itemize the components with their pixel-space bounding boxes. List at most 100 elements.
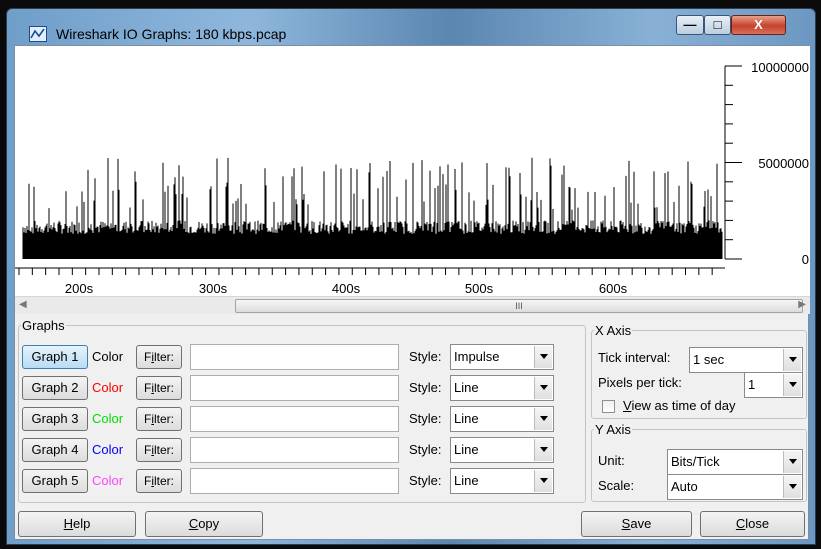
y-tick-label-max: 10000000 <box>751 60 809 75</box>
minimize-icon: — <box>683 17 697 32</box>
graph-3-filter-button[interactable]: Filter: <box>136 407 182 431</box>
chevron-down-icon[interactable] <box>783 451 801 473</box>
y-tick-label-mid: 5000000 <box>758 156 809 171</box>
unit-value: Bits/Tick <box>671 454 720 469</box>
chevron-down-icon[interactable] <box>783 349 801 371</box>
scroll-left-arrow-icon[interactable]: ◀ <box>19 299 31 313</box>
graph-2-style-label: Style: <box>409 380 442 395</box>
graph-2-filter-input[interactable] <box>190 375 399 401</box>
chevron-down-icon[interactable] <box>534 439 552 461</box>
graph-1-impulse-series <box>22 157 723 259</box>
x-tick-label-300s: 300s <box>199 281 228 296</box>
graph-3-style-select[interactable]: Line <box>450 406 554 432</box>
graph-1-filter-button[interactable]: Filter: <box>136 345 182 369</box>
scale-select[interactable]: Auto <box>667 474 803 500</box>
graphs-group-legend: Graphs <box>22 318 65 333</box>
window-title: Wireshark IO Graphs: 180 kbps.pcap <box>56 26 287 42</box>
maximize-button[interactable]: □ <box>704 15 731 35</box>
graph-1-filter-input[interactable] <box>190 344 399 370</box>
tick-interval-label: Tick interval: <box>598 350 671 365</box>
graph-4-button[interactable]: Graph 4 <box>22 438 88 462</box>
graph-4-color-label[interactable]: Color <box>92 438 123 462</box>
y-tick-label-zero: 0 <box>802 252 809 267</box>
graph-4-filter-input[interactable] <box>190 437 399 463</box>
graph-4-style-select[interactable]: Line <box>450 437 554 463</box>
graph-3-color-label[interactable]: Color <box>92 407 123 431</box>
help-button[interactable]: Help <box>18 511 136 537</box>
close-button-label: Close <box>735 516 770 531</box>
scale-label: Scale: <box>598 478 635 493</box>
copy-button-label: Copy <box>188 516 220 531</box>
graph-1-style-value: Impulse <box>454 349 500 364</box>
chevron-down-icon[interactable] <box>534 408 552 430</box>
time-of-day-checkbox[interactable] <box>602 400 615 413</box>
graph-5-filter-button[interactable]: Filter: <box>136 469 182 493</box>
graph-5-color-label[interactable]: Color <box>92 469 123 493</box>
graph-1-button[interactable]: Graph 1 <box>22 345 88 369</box>
minimize-button[interactable]: — <box>676 15 704 35</box>
chevron-down-icon[interactable] <box>783 374 801 396</box>
x-axis-ticks <box>18 268 713 275</box>
graph-1-color-label[interactable]: Color <box>92 345 123 369</box>
graph-1-style-select[interactable]: Impulse <box>450 344 554 370</box>
copy-button[interactable]: Copy <box>145 511 263 537</box>
save-button-label: Save <box>621 516 652 531</box>
graph-4-style-value: Line <box>454 442 479 457</box>
pixels-per-tick-value: 1 <box>748 377 756 392</box>
graph-5-button[interactable]: Graph 5 <box>22 469 88 493</box>
graph-4-filter-button[interactable]: Filter: <box>136 438 182 462</box>
unit-select[interactable]: Bits/Tick <box>667 449 803 475</box>
y-axis-legend: Y Axis <box>595 422 631 437</box>
graph-5-style-select[interactable]: Line <box>450 468 554 494</box>
scrollbar-thumb[interactable]: III <box>235 299 803 313</box>
title-bar[interactable]: Wireshark IO Graphs: 180 kbps.pcap — □ X <box>7 9 815 45</box>
help-button-label: Help <box>63 516 91 531</box>
graph-3-style-value: Line <box>454 411 479 426</box>
scroll-right-arrow-icon[interactable]: ▶ <box>794 299 806 313</box>
x-tick-label-200s: 200s <box>65 281 94 296</box>
save-button[interactable]: Save <box>581 511 692 537</box>
graph-5-style-value: Line <box>454 473 479 488</box>
graph-3-filter-input[interactable] <box>190 406 399 432</box>
time-of-day-label[interactable]: View as time of day <box>623 398 735 413</box>
scrollbar-grip: III <box>515 301 523 311</box>
graph-5-style-label: Style: <box>409 473 442 488</box>
x-tick-label-400s: 400s <box>332 281 361 296</box>
graph-2-style-select[interactable]: Line <box>450 375 554 401</box>
x-tick-label-600s: 600s <box>599 281 628 296</box>
graph-3-style-label: Style: <box>409 411 442 426</box>
y-axis-group: Y Axis Unit: Bits/Tick Scale: Auto <box>591 422 807 502</box>
graph-2-color-label[interactable]: Color <box>92 376 123 400</box>
dialog-body: 10000000 5000000 0 200s 300s 400s 500s 6… <box>14 45 810 540</box>
graph-2-style-value: Line <box>454 380 479 395</box>
pixels-per-tick-select[interactable]: 1 <box>744 372 803 398</box>
x-axis-group: X Axis Tick interval: 1 sec Pixels per t… <box>591 323 807 419</box>
close-window-button[interactable]: X <box>731 15 786 35</box>
chevron-down-icon[interactable] <box>783 476 801 498</box>
scale-value: Auto <box>671 479 698 494</box>
y-axis-ticks <box>725 65 742 260</box>
horizontal-scrollbar[interactable]: ◀ III ▶ <box>15 296 810 314</box>
graph-4-style-label: Style: <box>409 442 442 457</box>
io-graph-canvas[interactable]: 10000000 5000000 0 200s 300s 400s 500s 6… <box>15 46 810 296</box>
io-graph-plot: 10000000 5000000 0 200s 300s 400s 500s 6… <box>15 60 809 296</box>
pixels-per-tick-label: Pixels per tick: <box>598 375 682 390</box>
x-tick-label-500s: 500s <box>465 281 494 296</box>
chevron-down-icon[interactable] <box>534 377 552 399</box>
io-graphs-window: Wireshark IO Graphs: 180 kbps.pcap — □ X… <box>6 8 816 545</box>
close-button[interactable]: Close <box>700 511 805 537</box>
x-axis-legend: X Axis <box>595 323 632 338</box>
chevron-down-icon[interactable] <box>534 346 552 368</box>
graph-2-button[interactable]: Graph 2 <box>22 376 88 400</box>
tick-interval-select[interactable]: 1 sec <box>689 347 803 373</box>
time-of-day-label-text: iew as time of day <box>631 398 736 413</box>
chevron-down-icon[interactable] <box>534 470 552 492</box>
graph-3-button[interactable]: Graph 3 <box>22 407 88 431</box>
wireshark-graph-icon <box>29 26 47 42</box>
graphs-group: Graphs Graph 1 Color Filter: Style: Impu… <box>18 318 586 503</box>
close-icon: X <box>754 17 763 32</box>
graph-5-filter-input[interactable] <box>190 468 399 494</box>
graph-1-style-label: Style: <box>409 349 442 364</box>
graph-2-filter-button[interactable]: Filter: <box>136 376 182 400</box>
unit-label: Unit: <box>598 453 625 468</box>
